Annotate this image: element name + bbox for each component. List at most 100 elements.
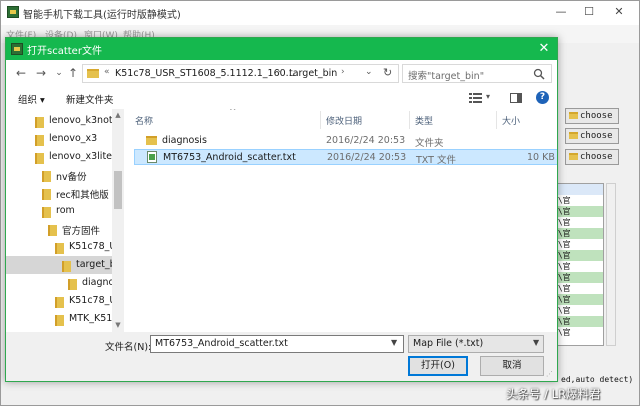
dialog-title: 打开scatter文件 (27, 46, 102, 57)
organize-button[interactable]: 组织 ▾ (18, 92, 45, 106)
file-type: 文件夹 (415, 138, 444, 149)
folder-icon (569, 153, 578, 160)
file-modified: 2016/2/24 20:53 (326, 135, 406, 146)
tree-item-label: 官方固件 (62, 226, 101, 237)
file-name: diagnosis (162, 135, 207, 146)
tree-item-label: MTK_K51 (69, 313, 113, 324)
background-window-title: 智能手机下载工具(运行时版静模式) (23, 10, 181, 21)
folder-icon (87, 69, 99, 78)
tree-item[interactable]: lenovo_x3 (6, 130, 112, 148)
file-size: 10 KB (527, 152, 555, 163)
choose-button-2[interactable]: choose (565, 128, 619, 144)
filename-label: 文件名(N): (105, 342, 152, 353)
view-options-icon[interactable] (469, 93, 482, 103)
filename-input[interactable]: MT6753_Android_scatter.txt ▼ (150, 335, 404, 353)
search-input[interactable]: 搜索"target_bin" (402, 64, 552, 83)
scroll-up-icon[interactable]: ▲ (114, 111, 122, 119)
tree-scroll-thumb[interactable] (114, 171, 122, 209)
tree-item[interactable]: 官方固件 (6, 220, 112, 238)
choose-label: choose (580, 111, 613, 121)
column-size[interactable]: 大小 (502, 114, 520, 127)
column-modified[interactable]: 修改日期 (326, 114, 362, 127)
folder-icon (62, 261, 71, 272)
new-folder-button[interactable]: 新建文件夹 (66, 92, 114, 106)
tree-item[interactable]: nv备份 (6, 166, 112, 184)
choose-button-1[interactable]: choose (565, 108, 619, 124)
dialog-footer: 文件名(N): MT6753_Android_scatter.txt ▼ Map… (6, 332, 557, 381)
tree-scrollbar[interactable]: ▲ ▼ (112, 109, 124, 332)
refresh-icon[interactable]: ↻ (383, 66, 392, 79)
scroll-down-icon[interactable]: ▼ (114, 321, 122, 329)
tree-item-label: nv备份 (56, 172, 87, 183)
file-row[interactable]: diagnosis 2016/2/24 20:53 文件夹 (134, 133, 557, 149)
minimize-button[interactable]: — (551, 4, 571, 20)
address-dropdown-icon[interactable]: ⌄ (365, 67, 373, 77)
resize-grip-icon[interactable]: ⋰ (546, 370, 553, 378)
folder-icon (35, 117, 44, 128)
folder-icon (48, 225, 57, 236)
cancel-button[interactable]: 取消 (480, 356, 544, 376)
search-placeholder: 搜索"target_bin" (408, 71, 485, 82)
breadcrumb-separator[interactable]: › (277, 67, 281, 77)
address-bar[interactable]: « K51c78_USR_ST1608_5.1112.1_160... › ta… (82, 64, 399, 83)
back-arrow-icon[interactable]: ← (14, 66, 28, 80)
tree-item[interactable]: lenovo_x3lite (6, 148, 112, 166)
folder-icon (42, 189, 51, 200)
breadcrumb-item[interactable]: target_bin (289, 68, 337, 79)
dialog-close-button[interactable]: ✕ (534, 40, 554, 58)
view-dropdown-icon[interactable]: ▾ (486, 92, 490, 101)
forward-arrow-icon[interactable]: → (34, 66, 48, 80)
close-button[interactable]: ✕ (609, 4, 629, 20)
tree-item[interactable]: K51c78_U (6, 292, 116, 310)
preview-pane-icon[interactable] (510, 93, 522, 103)
column-divider[interactable] (320, 111, 321, 129)
breadcrumb-item[interactable]: K51c78_USR_ST1608_5.1112.1_160... (115, 68, 295, 79)
breadcrumb-separator[interactable]: › (341, 67, 345, 77)
partition-list-scrollbar[interactable] (606, 183, 616, 346)
tree-item-label: target_b (76, 259, 116, 270)
up-arrow-icon[interactable]: ↑ (66, 66, 80, 80)
background-titlebar: 智能手机下载工具(运行时版静模式) — ☐ ✕ (1, 1, 639, 25)
tree-item-selected[interactable]: target_b (6, 256, 116, 274)
folder-icon (569, 112, 578, 119)
filename-value: MT6753_Android_scatter.txt (155, 338, 288, 349)
filename-dropdown-icon[interactable]: ▼ (391, 338, 397, 347)
app-icon (7, 6, 19, 18)
choose-button-3[interactable]: choose (565, 149, 619, 165)
column-name[interactable]: 名称 (135, 114, 153, 127)
tree-item[interactable]: MTK_K51 (6, 310, 112, 328)
search-icon[interactable] (533, 68, 545, 80)
folder-icon (35, 135, 44, 146)
folder-icon (569, 132, 578, 139)
navigation-bar: ← → ⌄ ↑ « K51c78_USR_ST1608_5.1112.1_160… (6, 60, 557, 87)
breadcrumb-overflow[interactable]: « (104, 67, 110, 77)
file-list[interactable]: ^ 名称 修改日期 类型 大小 diagnosis 2016/2/24 20:5… (124, 109, 557, 332)
file-type: TXT 文件 (416, 155, 456, 166)
tree-item-label: diagno (82, 277, 115, 288)
tree-item[interactable]: lenovo_k3not (6, 112, 113, 130)
folder-icon (55, 243, 64, 254)
column-type[interactable]: 类型 (415, 114, 433, 127)
folder-icon (35, 153, 44, 164)
column-header-row: ^ 名称 修改日期 类型 大小 (124, 109, 557, 131)
tree-item[interactable]: rom (6, 202, 112, 220)
file-row-selected[interactable]: MT6753_Android_scatter.txt 2016/2/24 20:… (134, 149, 557, 166)
folder-icon (42, 171, 51, 182)
open-button[interactable]: 打开(O) (408, 356, 468, 376)
tree-item[interactable]: K51c78_U (6, 238, 116, 256)
file-type-filter[interactable]: Map File (*.txt) ▼ (408, 335, 544, 353)
tree-item-label: rom (56, 205, 75, 216)
column-divider[interactable] (409, 111, 410, 129)
folder-icon (42, 207, 51, 218)
help-icon[interactable]: ? (536, 91, 549, 104)
maximize-button[interactable]: ☐ (579, 4, 599, 20)
choose-label: choose (580, 152, 613, 162)
dialog-titlebar[interactable]: 打开scatter文件 ✕ (6, 38, 557, 60)
filter-dropdown-icon[interactable]: ▼ (533, 338, 539, 347)
tree-item[interactable]: rec和其他版 (6, 184, 112, 202)
tree-item-label: lenovo_x3lite (49, 151, 113, 162)
folder-tree[interactable]: lenovo_k3not lenovo_x3 lenovo_x3lite nv备… (6, 109, 124, 332)
recent-locations-chevron-icon[interactable]: ⌄ (52, 66, 66, 80)
tree-item[interactable]: diagno (6, 274, 115, 292)
column-divider[interactable] (496, 111, 497, 129)
